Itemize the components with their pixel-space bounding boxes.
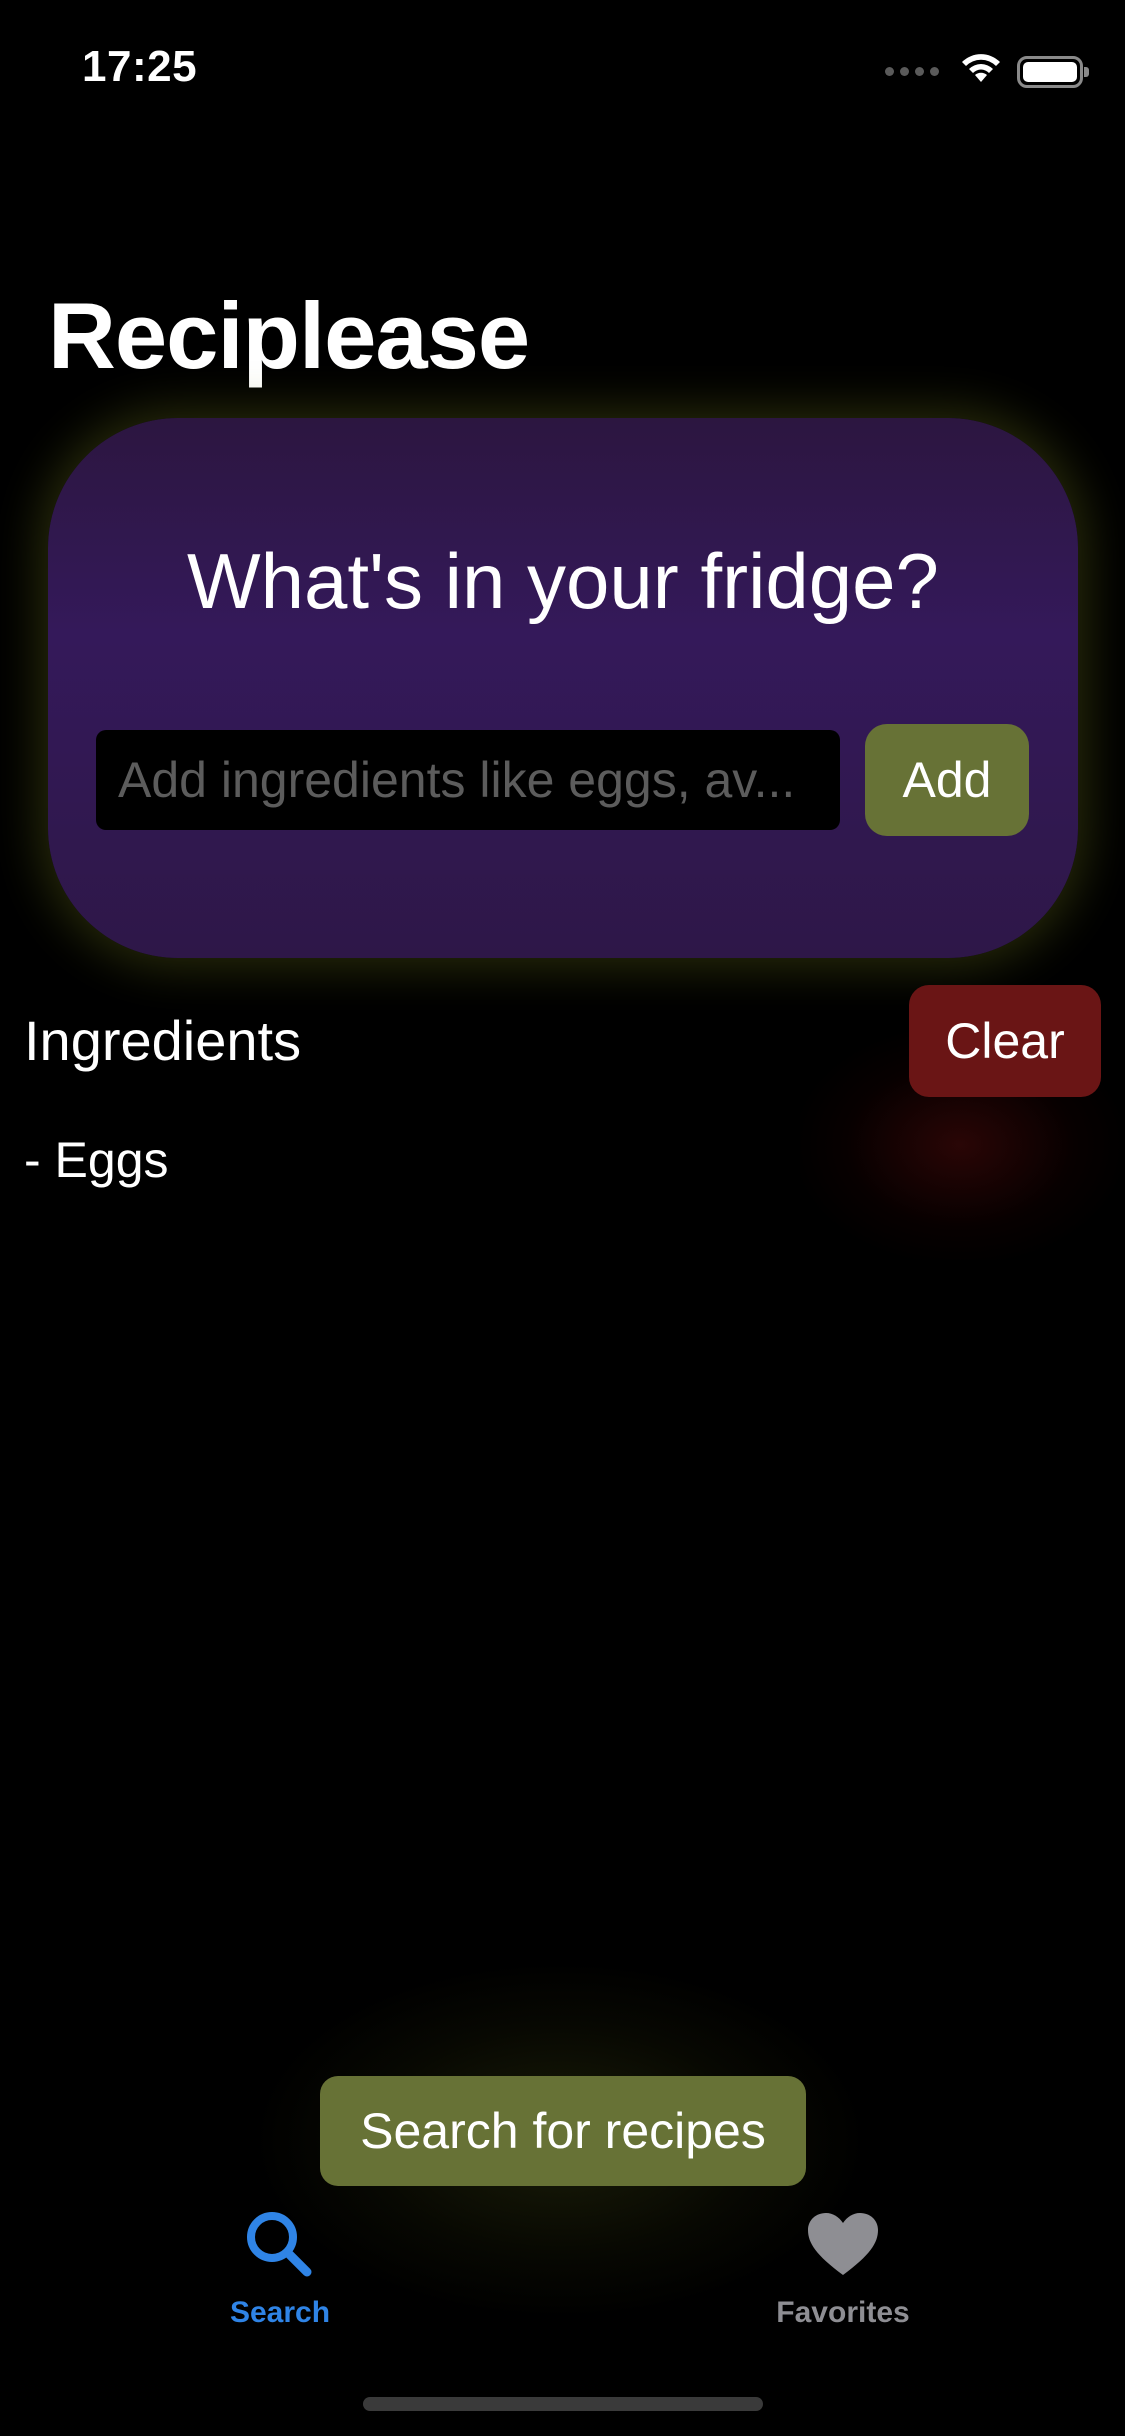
fridge-heading: What's in your fridge? [187, 537, 939, 625]
tab-favorites[interactable]: Favorites [713, 2208, 973, 2338]
tab-bar: Search Favorites [0, 2190, 1125, 2350]
ingredient-item: - Eggs [24, 1132, 169, 1188]
home-indicator [363, 2397, 763, 2411]
add-button[interactable]: Add [865, 724, 1029, 836]
heart-icon [803, 2208, 883, 2280]
ingredient-input[interactable] [96, 730, 840, 830]
page-title: Reciplease [48, 283, 530, 388]
ingredients-heading: Ingredients [24, 1009, 302, 1072]
ingredient-list: - Eggs [24, 1130, 169, 1190]
fridge-card: What's in your fridge? Add [48, 418, 1078, 958]
search-icon [240, 2208, 320, 2280]
tab-favorites-label: Favorites [776, 2296, 910, 2329]
battery-level [1023, 61, 1077, 82]
tab-search[interactable]: Search [150, 2208, 410, 2338]
cellular-signal-icon [885, 67, 939, 76]
status-indicators [885, 52, 1089, 91]
status-time: 17:25 [82, 42, 198, 91]
search-recipes-button[interactable]: Search for recipes [320, 2076, 806, 2186]
clear-button[interactable]: Clear [909, 985, 1101, 1097]
wifi-icon [959, 52, 1003, 91]
tab-search-label: Search [229, 2296, 331, 2329]
battery-icon [1017, 55, 1089, 88]
status-bar: 17:25 [0, 0, 1125, 140]
